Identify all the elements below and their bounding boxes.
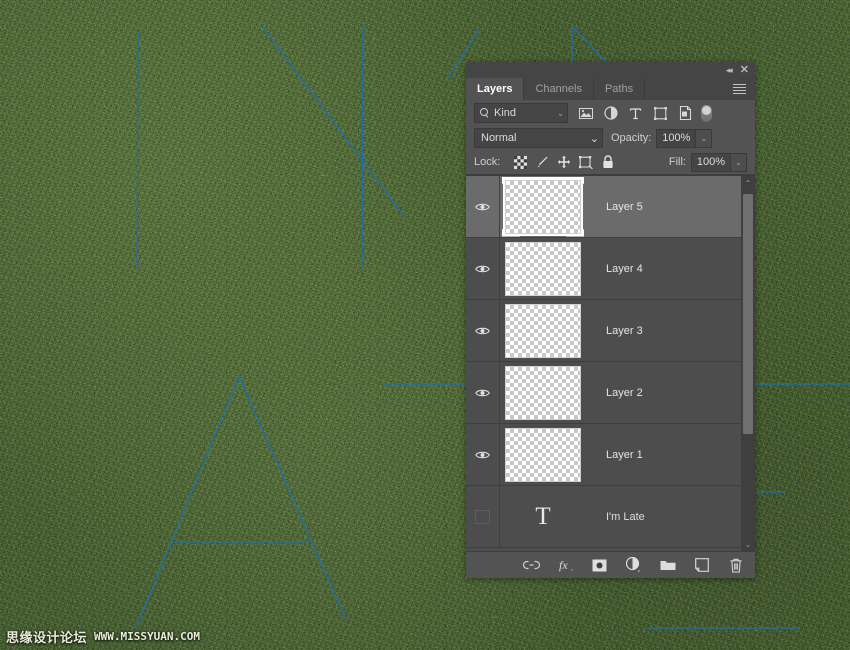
opacity-stepper[interactable]: ⌄ [696,129,712,148]
hamburger-icon [733,84,746,94]
eye-icon [475,264,490,274]
filter-row: Kind ⌄ [466,100,755,126]
eye-icon [475,388,490,398]
layer-row[interactable]: Layer 1 [466,424,741,486]
layer-name[interactable]: Layer 1 [586,449,741,461]
blend-mode-select[interactable]: Normal ⌄ [474,128,603,148]
pixel-filter-icon[interactable] [573,102,598,124]
panel-footer: fx [466,551,755,578]
link-layers-button[interactable] [523,556,541,574]
svg-text:fx: fx [559,558,568,572]
eye-hidden-icon [475,510,490,524]
layer-rows: Layer 5 Layer 4 [466,176,741,551]
lock-icon-group [509,152,619,172]
layer-row[interactable]: Layer 3 [466,300,741,362]
add-layer-mask-button[interactable] [591,556,609,574]
layer-thumbnail-cell[interactable]: T [500,491,586,543]
filter-kind-select[interactable]: Kind ⌄ [474,103,568,123]
lock-all-icon[interactable] [597,152,619,172]
shape-filter-icon[interactable] [648,102,673,124]
layer-visibility-toggle[interactable] [466,486,500,547]
scrollbar-thumb[interactable] [743,194,753,434]
layer-style-fx-button[interactable]: fx [557,556,575,574]
layer-thumbnail[interactable] [505,366,581,420]
watermark-url: WWW.MISSYUAN.COM [94,630,200,643]
layer-name[interactable]: Layer 5 [586,201,741,213]
blend-mode-row: Normal ⌄ Opacity: 100% ⌄ [466,126,755,150]
chevron-down-icon: ⌄ [590,132,599,145]
layer-visibility-toggle[interactable] [466,424,500,485]
layer-visibility-toggle[interactable] [466,176,500,237]
layer-thumbnail-cell[interactable] [500,428,586,482]
scroll-down-arrow[interactable]: ⌄ [741,537,755,551]
eye-icon [475,202,490,212]
opacity-label: Opacity: [611,132,651,144]
layer-thumbnail[interactable] [505,304,581,358]
layer-row[interactable]: Layer 2 [466,362,741,424]
tab-paths-label: Paths [605,83,633,95]
layer-thumbnail[interactable] [505,428,581,482]
layer-row[interactable]: Layer 4 [466,238,741,300]
layer-visibility-toggle[interactable] [466,238,500,299]
magnifier-icon [480,108,490,118]
watermark-chinese: 思缘设计论坛 [6,627,87,646]
scrollbar-track[interactable] [741,190,755,537]
filter-kind-label: Kind [494,107,553,119]
tab-channels-label: Channels [535,83,581,95]
eye-icon [475,450,490,460]
tab-layers[interactable]: Layers [466,78,524,100]
opacity-input[interactable]: 100% [656,129,696,148]
lock-row: Lock: Fill: 100% ⌄ [466,150,755,175]
layer-row[interactable]: Layer 5 [466,176,741,238]
panel-tabs: Layers Channels Paths [466,78,755,100]
watermark: 思缘设计论坛 WWW.MISSYUAN.COM [6,627,200,646]
layer-name[interactable]: Layer 4 [586,263,741,275]
lock-image-pixels-icon[interactable] [531,152,553,172]
new-layer-button[interactable] [693,556,711,574]
layer-thumbnail-cell[interactable] [500,180,586,234]
layer-thumbnail[interactable] [505,180,581,234]
filter-enable-toggle[interactable] [701,105,712,122]
eye-icon [475,326,490,336]
fill-label: Fill: [669,156,686,168]
layer-name[interactable]: I'm Late [586,511,741,523]
delete-layer-button[interactable] [727,556,745,574]
layer-row[interactable]: T I'm Late [466,486,741,548]
new-group-button[interactable] [659,556,677,574]
lock-position-icon[interactable] [553,152,575,172]
new-adjustment-layer-button[interactable] [625,556,643,574]
scroll-up-arrow[interactable]: ⌃ [741,176,755,190]
fill-stepper[interactable]: ⌄ [731,153,747,172]
layer-visibility-toggle[interactable] [466,300,500,361]
panel-menu-icon[interactable] [723,78,755,100]
layer-thumbnail-cell[interactable] [500,242,586,296]
filter-icon-group [573,102,712,124]
lock-artboard-nesting-icon[interactable] [575,152,597,172]
smart-object-filter-icon[interactable] [673,102,698,124]
fill-input[interactable]: 100% [691,153,731,172]
tab-layers-label: Layers [477,83,512,95]
lock-label: Lock: [474,156,500,168]
layer-list-scrollbar[interactable]: ⌃ ⌄ [741,176,755,551]
blend-mode-value: Normal [481,132,590,144]
layer-visibility-toggle[interactable] [466,362,500,423]
layer-name[interactable]: Layer 3 [586,325,741,337]
tab-channels[interactable]: Channels [524,78,593,100]
tab-paths[interactable]: Paths [594,78,645,100]
layer-thumbnail-cell[interactable] [500,366,586,420]
lock-transparent-pixels-icon[interactable] [509,152,531,172]
chevron-down-icon: ⌄ [557,109,564,118]
layer-thumbnail[interactable] [505,242,581,296]
type-filter-icon[interactable] [623,102,648,124]
layer-list[interactable]: Layer 5 Layer 4 [466,175,755,551]
layer-thumbnail-cell[interactable] [500,304,586,358]
panel-titlebar: ◂◂ ✕ [466,62,755,78]
type-layer-icon: T [506,491,580,543]
layer-name[interactable]: Layer 2 [586,387,741,399]
layers-panel[interactable]: ◂◂ ✕ Layers Channels Paths Kind ⌄ [466,62,755,578]
collapse-panel-icon[interactable]: ◂◂ [726,66,731,75]
adjustment-filter-icon[interactable] [598,102,623,124]
close-panel-icon[interactable]: ✕ [740,65,749,76]
